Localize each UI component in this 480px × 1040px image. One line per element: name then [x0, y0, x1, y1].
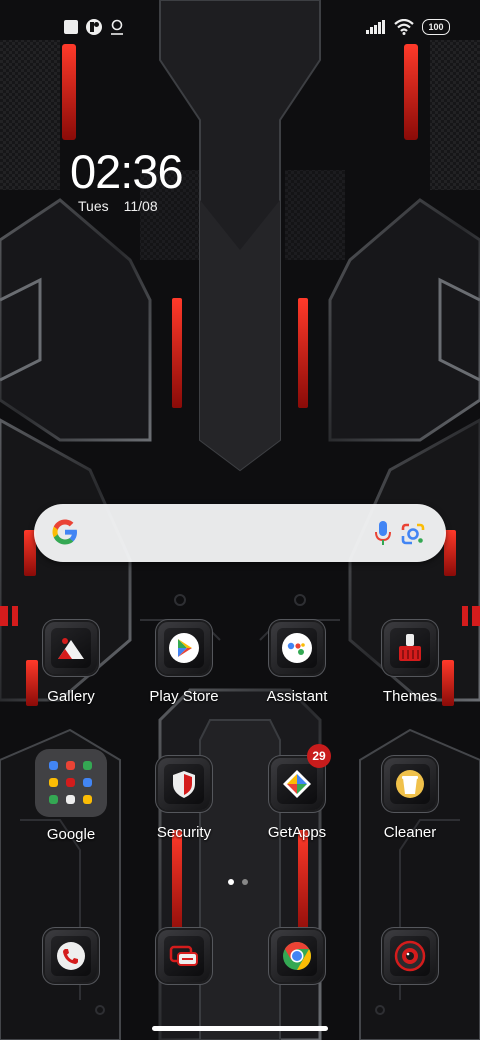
- page-dot: [242, 879, 248, 885]
- phone-icon: [57, 942, 85, 970]
- app-play-store[interactable]: Play Store: [134, 622, 234, 705]
- clock-day: Tues: [78, 198, 109, 214]
- dock-messages[interactable]: [134, 930, 234, 982]
- app-notification-icon: [86, 19, 102, 35]
- battery-icon: 100: [422, 19, 450, 35]
- google-folder-icon: [35, 749, 107, 817]
- app-label: GetApps: [267, 824, 327, 841]
- play-store-icon: [169, 633, 199, 663]
- app-label: Assistant: [266, 688, 328, 705]
- camera-icon: [394, 940, 426, 972]
- app-assistant[interactable]: Assistant: [247, 622, 347, 705]
- app-security[interactable]: Security: [134, 758, 234, 841]
- app-label: Cleaner: [383, 824, 437, 841]
- wifi-icon: [394, 19, 414, 35]
- battery-level: 100: [428, 22, 444, 32]
- app-label: Security: [156, 824, 212, 841]
- clock-time[interactable]: 02:36: [70, 146, 184, 198]
- location-icon: [111, 19, 123, 35]
- square-icon: [64, 20, 78, 34]
- page-dot-active: [228, 879, 234, 885]
- cleaner-icon: [396, 770, 424, 798]
- themes-icon: [399, 634, 421, 661]
- microphone-icon[interactable]: [375, 520, 391, 546]
- chrome-icon: [283, 942, 311, 970]
- signal-icon: [366, 20, 385, 34]
- app-google-folder[interactable]: Google: [21, 749, 121, 843]
- page-indicator: [228, 879, 248, 885]
- app-gallery[interactable]: Gallery: [21, 622, 121, 705]
- messages-icon: [169, 945, 198, 966]
- app-label: Gallery: [47, 688, 95, 705]
- clock-date[interactable]: Tues 11/08: [78, 198, 158, 214]
- security-icon: [173, 771, 195, 798]
- app-label: Themes: [382, 688, 438, 705]
- notification-badge: 29: [307, 744, 331, 768]
- gesture-navigation-bar[interactable]: [152, 1026, 328, 1031]
- app-label: Google: [46, 826, 96, 843]
- google-lens-icon[interactable]: [400, 522, 426, 546]
- clock-date-value: 11/08: [123, 198, 158, 214]
- status-bar: 100: [0, 0, 480, 56]
- app-label: Play Store: [149, 688, 219, 705]
- app-cleaner[interactable]: Cleaner: [360, 758, 460, 841]
- getapps-icon: [283, 770, 311, 798]
- app-themes[interactable]: Themes: [360, 622, 460, 705]
- dock-chrome[interactable]: [247, 930, 347, 982]
- app-getapps[interactable]: 29 GetApps: [247, 744, 347, 841]
- dock-camera[interactable]: [360, 930, 460, 982]
- assistant-icon: [282, 633, 312, 663]
- google-search-bar[interactable]: [34, 504, 446, 562]
- dock-phone[interactable]: [21, 930, 121, 982]
- gallery-icon: [58, 638, 84, 659]
- google-g-icon: [52, 519, 77, 545]
